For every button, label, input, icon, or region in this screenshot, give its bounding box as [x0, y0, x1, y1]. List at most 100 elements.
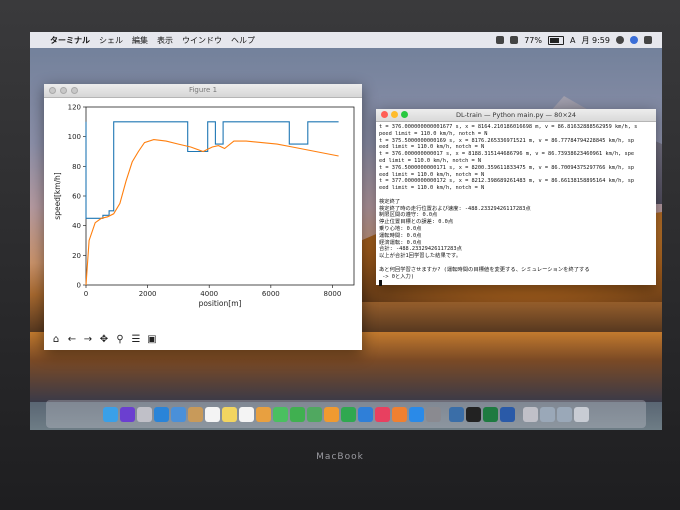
wifi-icon[interactable] — [510, 36, 519, 44]
terminal-line: ed limit = 110.0 km/h, notch = N — [379, 157, 482, 164]
terminal-line: t = 377.0000000000172 s, x = 8212.398689… — [379, 178, 635, 185]
folder-icon[interactable] — [557, 406, 572, 422]
terminal-icon[interactable] — [466, 406, 481, 422]
excel-icon[interactable] — [483, 406, 498, 422]
terminal-line: 運転時間: 0.0点 — [379, 232, 422, 239]
zoom-button[interactable] — [401, 111, 408, 118]
maps-icon[interactable] — [307, 406, 322, 422]
terminal-line: t = 376.5000000000171 s, x = 8200.359611… — [379, 164, 635, 171]
terminal-line: eed limit = 110.0 km/h, notch = N — [379, 171, 485, 178]
terminal-line: t = 376.000000000017 s, x = 8188.3151446… — [379, 151, 635, 158]
terminal-line: あと何回学習させますか? (運転時間の目標値を変更する、シミュレーションを終了す… — [379, 266, 590, 273]
y-tick-label: 120 — [68, 104, 81, 112]
search-icon[interactable] — [616, 36, 624, 44]
music-icon[interactable] — [375, 406, 390, 422]
terminal-line: 以上が合計1回学習した結果です。 — [379, 253, 462, 260]
facetime-icon[interactable] — [290, 406, 305, 422]
forward-arrow-icon[interactable]: → — [82, 334, 94, 346]
figure-titlebar: Figure 1 — [44, 84, 362, 98]
clock[interactable]: 月 9:59 — [581, 35, 610, 46]
notification-center-icon[interactable] — [644, 36, 652, 44]
configure-subplots-icon[interactable]: ☰ — [130, 334, 142, 346]
battery-percent[interactable]: 77% — [524, 36, 542, 45]
terminal-line: 乗り心地: 0.0点 — [379, 225, 422, 232]
status-area: 77% A 月 9:59 — [496, 32, 652, 48]
zoom-icon[interactable]: ⚲ — [114, 334, 126, 346]
notes-icon[interactable] — [222, 406, 237, 422]
dropbox-icon[interactable] — [496, 36, 505, 44]
reminders-icon[interactable] — [239, 406, 254, 422]
close-button[interactable] — [381, 111, 388, 118]
figure-title: Figure 1 — [188, 86, 218, 94]
terminal-title: DL-train — Python main.py — 80×24 — [455, 111, 577, 119]
zoom-button[interactable] — [71, 87, 78, 94]
numbers-icon[interactable] — [341, 406, 356, 422]
figure-toolbar: ⌂ ← → ✥ ⚲ ☰ ▣ — [50, 334, 158, 346]
menu-item-shell[interactable]: シェル — [99, 35, 123, 46]
terminal-cursor — [379, 280, 382, 286]
y-tick-label: 20 — [72, 252, 81, 260]
x-tick-label: 2000 — [139, 290, 157, 298]
preview-icon[interactable] — [523, 406, 538, 422]
close-button[interactable] — [49, 87, 56, 94]
battery-icon[interactable] — [548, 35, 564, 45]
siri-menu-icon[interactable] — [630, 36, 638, 44]
menu-bar: ターミナル シェル 編集 表示 ウインドウ ヘルプ 77% A 月 9:59 — [30, 32, 662, 48]
device-label: MacBook — [316, 452, 364, 462]
photos-icon[interactable] — [256, 406, 271, 422]
input-mode[interactable]: A — [570, 36, 575, 45]
desktop-screen: ターミナル シェル 編集 表示 ウインドウ ヘルプ 77% A 月 9:59 F… — [30, 32, 662, 430]
messages-icon[interactable] — [273, 406, 288, 422]
menu-item-view[interactable]: 表示 — [157, 35, 173, 46]
dock — [46, 400, 646, 428]
y-tick-label: 100 — [68, 133, 81, 141]
finder-icon[interactable] — [103, 406, 118, 422]
pages-icon[interactable] — [324, 406, 339, 422]
terminal-line: eed limit = 110.0 km/h, notch = N — [379, 144, 485, 151]
launchpad-icon[interactable] — [137, 406, 152, 422]
app-store-icon[interactable] — [409, 406, 424, 422]
plot-area — [85, 106, 355, 286]
menu-item-terminal[interactable]: ターミナル — [50, 35, 90, 46]
terminal-window: DL-train — Python main.py — 80×24 t = 37… — [376, 109, 656, 286]
x-tick-label: 8000 — [324, 290, 342, 298]
contacts-icon[interactable] — [188, 406, 203, 422]
y-tick-label: 60 — [72, 193, 81, 201]
terminal-line: 停止位置目標との誤差: 0.0点 — [379, 219, 454, 226]
pan-icon[interactable]: ✥ — [98, 334, 110, 346]
books-icon[interactable] — [392, 406, 407, 422]
y-tick-label: 80 — [72, 163, 81, 171]
x-tick-label: 0 — [84, 290, 88, 298]
menu-item-help[interactable]: ヘルプ — [231, 35, 255, 46]
menu-item-edit[interactable]: 編集 — [132, 35, 148, 46]
terminal-line: peed limit = 110.0 km/h, notch = N — [379, 130, 488, 137]
y-tick-label: 40 — [72, 222, 81, 230]
folder-icon[interactable] — [540, 406, 555, 422]
x-tick-label: 4000 — [200, 290, 218, 298]
back-arrow-icon[interactable]: ← — [66, 334, 78, 346]
save-icon[interactable]: ▣ — [146, 334, 158, 346]
minimize-button[interactable] — [60, 87, 67, 94]
terminal-line: eed limit = 110.0 km/h, notch = N — [379, 185, 485, 192]
terminal-titlebar: DL-train — Python main.py — 80×24 — [376, 109, 656, 122]
terminal-line: t = 375.5000000000169 s, x = 8176.265336… — [379, 137, 635, 144]
figure-window: Figure 1 0 2000 4000 6000 8000 0 20 40 60 80 100 12… — [44, 84, 362, 350]
x-axis-label: position[m] — [199, 299, 242, 308]
terminal-output[interactable]: t = 376.000000000001677 s, x = 8164.2101… — [376, 122, 656, 286]
keynote-icon[interactable] — [358, 406, 373, 422]
system-preferences-icon[interactable] — [426, 406, 441, 422]
home-icon[interactable]: ⌂ — [50, 334, 62, 346]
minimize-button[interactable] — [391, 111, 398, 118]
y-axis-label: speed[km/h] — [53, 172, 62, 220]
menu-item-window[interactable]: ウインドウ — [182, 35, 222, 46]
trash-icon[interactable] — [574, 406, 589, 422]
calendar-icon[interactable] — [205, 406, 220, 422]
safari-icon[interactable] — [154, 406, 169, 422]
mail-icon[interactable] — [171, 406, 186, 422]
python-icon[interactable] — [449, 406, 464, 422]
siri-icon[interactable] — [120, 406, 135, 422]
word-icon[interactable] — [500, 406, 515, 422]
x-tick-label: 6000 — [262, 290, 280, 298]
y-tick-label: 0 — [77, 282, 81, 290]
